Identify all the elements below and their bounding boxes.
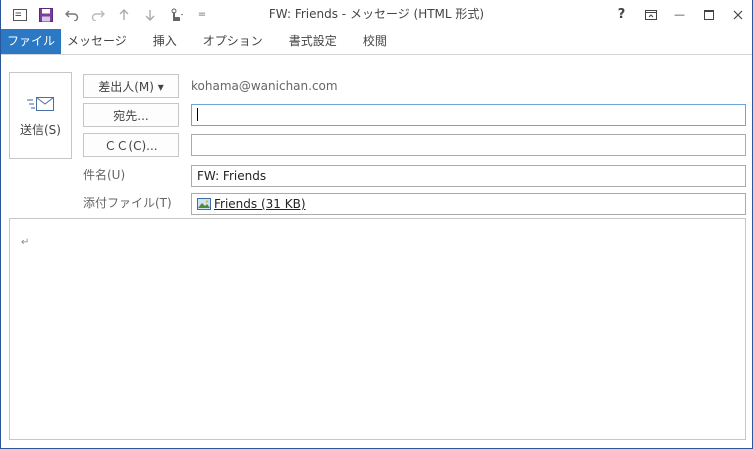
tab-options[interactable]: オプション: [190, 29, 276, 54]
close-icon[interactable]: [723, 0, 752, 29]
tab-review[interactable]: 校閲: [350, 29, 400, 54]
redo-icon[interactable]: [85, 3, 111, 27]
undo-icon[interactable]: [59, 3, 85, 27]
tab-format-text[interactable]: 書式設定: [276, 29, 350, 54]
text-caret: [197, 108, 198, 121]
message-window: = FW: Friends - メッセージ (HTML 形式) ? — ファイル…: [0, 0, 753, 449]
previous-item-icon[interactable]: [111, 3, 137, 27]
from-button[interactable]: 差出人(M) ▾: [83, 74, 179, 98]
image-file-icon: [197, 198, 211, 210]
cc-button[interactable]: ＣＣ(C)...: [83, 133, 179, 157]
customize-qat-button[interactable]: =: [189, 3, 215, 27]
window-controls: ? —: [607, 0, 752, 29]
outlook-window-icon[interactable]: [7, 3, 33, 27]
ribbon-tabs: ファイル メッセージ 挿入 オプション 書式設定 校閲: [1, 29, 752, 54]
tab-file[interactable]: ファイル: [1, 29, 61, 54]
send-envelope-icon: [26, 97, 54, 111]
ribbon-display-options-icon[interactable]: [636, 0, 665, 29]
to-field[interactable]: [191, 104, 746, 126]
send-label: 送信(S): [20, 123, 61, 137]
message-body[interactable]: ↵: [9, 218, 746, 440]
from-value: kohama@wanichan.com: [191, 79, 338, 93]
attachment-name: Friends (31 KB): [214, 197, 306, 211]
quick-access-toolbar: =: [1, 0, 215, 29]
help-button[interactable]: ?: [607, 0, 636, 29]
send-button[interactable]: 送信(S): [9, 72, 72, 159]
touch-mode-icon[interactable]: [163, 3, 189, 27]
next-item-icon[interactable]: [137, 3, 163, 27]
attachment-label: 添付ファイル(T): [83, 196, 172, 210]
save-icon[interactable]: [33, 3, 59, 27]
ribbon-divider: [1, 54, 752, 55]
maximize-icon[interactable]: [694, 0, 723, 29]
subject-field[interactable]: FW: Friends: [191, 165, 746, 187]
tab-message[interactable]: メッセージ: [61, 29, 140, 54]
cc-field[interactable]: [191, 134, 746, 156]
tab-insert[interactable]: 挿入: [140, 29, 190, 54]
paragraph-mark: ↵: [21, 237, 30, 248]
title-bar: = FW: Friends - メッセージ (HTML 形式) ? —: [1, 0, 752, 29]
to-button[interactable]: 宛先...: [83, 103, 179, 127]
minimize-button[interactable]: —: [665, 0, 694, 29]
subject-label: 件名(U): [83, 168, 126, 182]
attachment-item[interactable]: Friends (31 KB): [197, 194, 306, 214]
attachment-field: Friends (31 KB): [191, 193, 746, 215]
